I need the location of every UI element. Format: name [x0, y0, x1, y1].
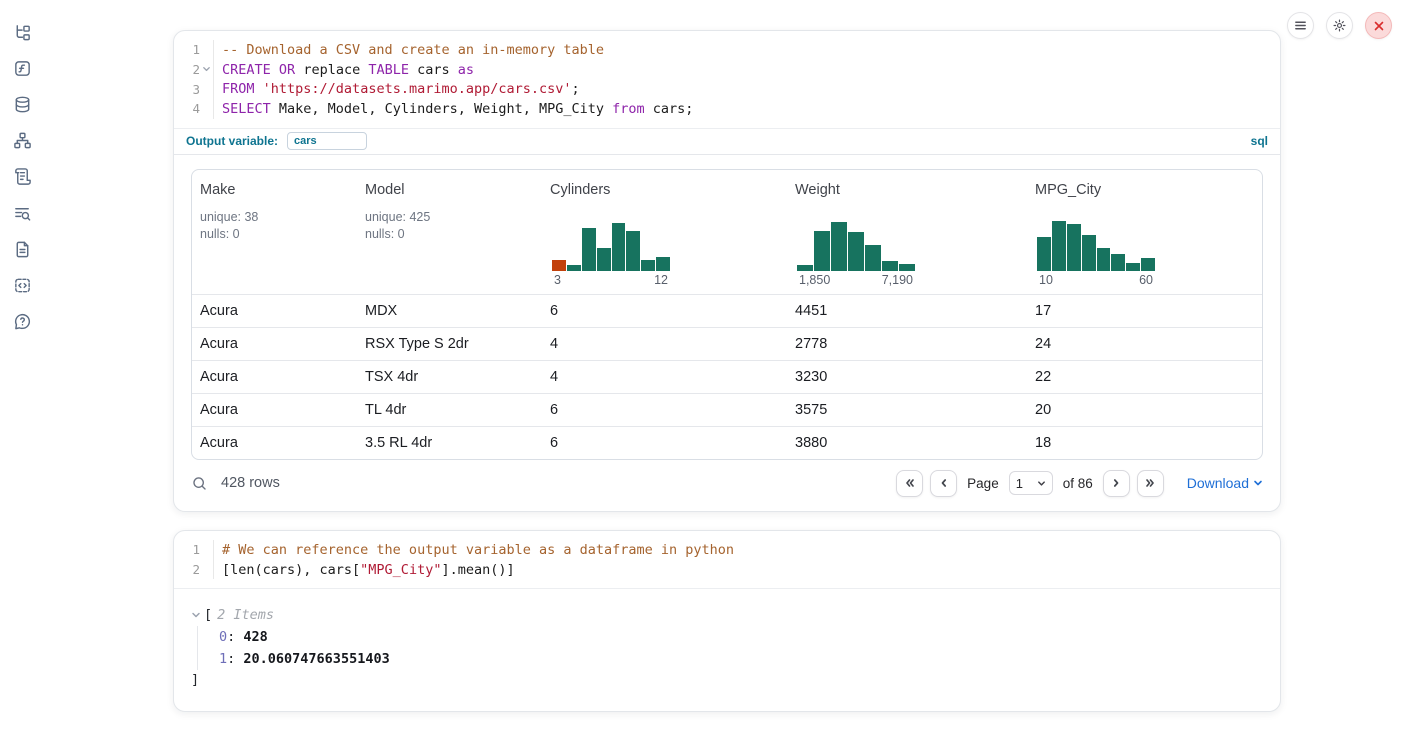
page-total-label: of 86: [1063, 476, 1093, 491]
fold-chevron-icon: [201, 84, 212, 95]
page-label: Page: [967, 476, 999, 491]
table-header-row: Makeunique: 38nulls: 0Modelunique: 425nu…: [192, 170, 1262, 294]
next-page-button[interactable]: [1103, 470, 1130, 497]
list-item: 1: 20.060747663551403: [219, 648, 1264, 670]
fold-chevron-icon: [201, 564, 212, 575]
last-page-button[interactable]: [1137, 470, 1164, 497]
table-row[interactable]: AcuraMDX6445117: [192, 294, 1262, 327]
table-footer: 428 rows Page 1 of 86 Download: [191, 460, 1263, 507]
prev-page-button[interactable]: [930, 470, 957, 497]
line-number-gutter: 2: [174, 60, 214, 80]
sql-code-editor[interactable]: 1-- Download a CSV and create an in-memo…: [174, 31, 1280, 128]
list-item: 0: 428: [219, 626, 1264, 648]
code-line[interactable]: 2[len(cars), cars["MPG_City"].mean()]: [174, 560, 1280, 580]
fold-chevron-icon: [201, 544, 212, 555]
line-number-gutter: 1: [174, 40, 214, 60]
column-header-cylinders[interactable]: Cylinders312: [542, 170, 787, 294]
table-row[interactable]: AcuraTSX 4dr4323022: [192, 360, 1262, 393]
code-line[interactable]: 4SELECT Make, Model, Cylinders, Weight, …: [174, 99, 1280, 119]
line-number-gutter: 2: [174, 560, 214, 580]
column-header-make[interactable]: Makeunique: 38nulls: 0: [192, 170, 357, 294]
python-code-editor[interactable]: 1# We can reference the output variable …: [174, 531, 1280, 588]
help-icon[interactable]: [11, 310, 33, 332]
menu-button[interactable]: [1287, 12, 1314, 39]
fold-chevron-icon[interactable]: [201, 64, 212, 75]
snippets-icon[interactable]: [11, 274, 33, 296]
page-select[interactable]: 1: [1009, 471, 1053, 495]
dependency-graph-icon[interactable]: [11, 129, 33, 151]
table-row[interactable]: AcuraRSX Type S 2dr4277824: [192, 327, 1262, 360]
row-count-label: 428 rows: [221, 475, 280, 491]
function-icon[interactable]: [11, 57, 33, 79]
left-sidebar: [0, 0, 48, 729]
column-histogram: 312: [552, 221, 670, 287]
list-output-tree: [ 2 Items 0: 4281: 20.060747663551403 ]: [174, 589, 1280, 700]
python-cell-card: 1# We can reference the output variable …: [173, 530, 1281, 712]
fold-chevron-icon: [201, 103, 212, 114]
output-variable-label: Output variable:: [186, 134, 278, 148]
file-tree-icon[interactable]: [11, 21, 33, 43]
output-variable-row: Output variable: sql: [174, 128, 1280, 155]
code-line[interactable]: 3FROM 'https://datasets.marimo.app/cars.…: [174, 79, 1280, 99]
output-variable-input[interactable]: [287, 132, 367, 150]
line-number-gutter: 1: [174, 540, 214, 560]
settings-gear-button[interactable]: [1326, 12, 1353, 39]
close-bracket: ]: [191, 670, 1264, 690]
code-line[interactable]: 2CREATE OR replace TABLE cars as: [174, 60, 1280, 80]
download-button[interactable]: Download: [1187, 475, 1263, 491]
items-count-label: 2 Items: [217, 607, 274, 623]
sql-cell-card: 1-- Download a CSV and create an in-memo…: [173, 30, 1281, 512]
database-icon[interactable]: [11, 93, 33, 115]
documentation-icon[interactable]: [11, 238, 33, 260]
table-row[interactable]: Acura3.5 RL 4dr6388018: [192, 426, 1262, 459]
list-entries: 0: 4281: 20.060747663551403: [197, 626, 1264, 670]
column-header-mpg_city[interactable]: MPG_City1060: [1027, 170, 1262, 294]
column-histogram: 1060: [1037, 221, 1155, 287]
scratchpad-icon[interactable]: [11, 165, 33, 187]
column-header-model[interactable]: Modelunique: 425nulls: 0: [357, 170, 542, 294]
cars-data-table: Makeunique: 38nulls: 0Modelunique: 425nu…: [191, 169, 1263, 460]
code-line[interactable]: 1-- Download a CSV and create an in-memo…: [174, 40, 1280, 60]
table-body: AcuraMDX6445117AcuraRSX Type S 2dr427782…: [192, 294, 1262, 459]
first-page-button[interactable]: [896, 470, 923, 497]
language-badge-sql[interactable]: sql: [1251, 134, 1268, 148]
line-number-gutter: 3: [174, 79, 214, 99]
logs-search-icon[interactable]: [11, 202, 33, 224]
column-histogram: 1,8507,190: [797, 221, 915, 287]
line-number-gutter: 4: [174, 99, 214, 119]
code-line[interactable]: 1# We can reference the output variable …: [174, 540, 1280, 560]
search-icon[interactable]: [191, 475, 208, 492]
notebook-actions: [1287, 12, 1392, 39]
collapse-caret-icon[interactable]: [191, 610, 204, 620]
open-bracket: [: [204, 607, 212, 623]
shutdown-close-button[interactable]: [1365, 12, 1392, 39]
column-header-weight[interactable]: Weight1,8507,190: [787, 170, 1027, 294]
table-row[interactable]: AcuraTL 4dr6357520: [192, 393, 1262, 426]
fold-chevron-icon: [201, 44, 212, 55]
